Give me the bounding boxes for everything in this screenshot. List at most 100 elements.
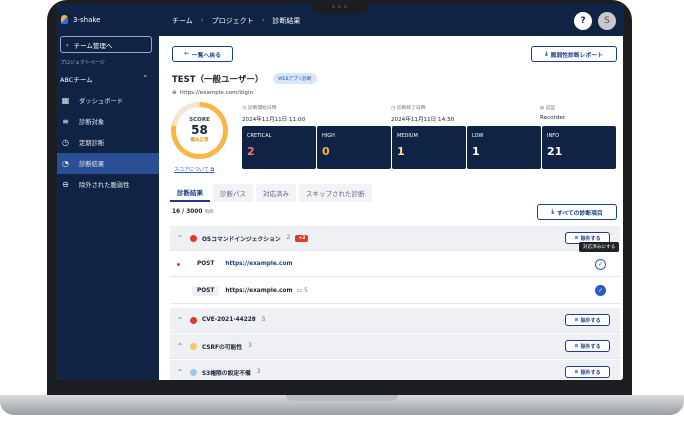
- score-inner: SCORE 58 概ね正常: [176, 107, 223, 154]
- report-button-label: 脆弱性診断レポート: [550, 52, 603, 59]
- tab-results[interactable]: 診断結果: [170, 184, 210, 202]
- score-gauge: SCORE 58 概ね正常: [171, 102, 228, 159]
- exclude-button[interactable]: ⊘ 除外する: [565, 340, 610, 352]
- app-screen: 3-shake ‹ チーム管理へ プロジェクトページ ABCチーム ⌃ ▦ ダッシュボ…: [57, 4, 623, 380]
- severity-dot-icon: [190, 342, 197, 350]
- tab-skipped[interactable]: スキップされた診断: [299, 184, 372, 202]
- target-list-icon: ≡: [62, 117, 69, 126]
- vuln-entry-row[interactable]: POST https://example.com ▭ 5 ✓: [170, 278, 620, 304]
- chevron-up-icon[interactable]: ^: [173, 317, 187, 324]
- sidebar-item-targets[interactable]: ≡ 診断対象: [57, 111, 159, 132]
- main-content: ← 一覧へ戻る ⤓ 脆弱性診断レポート TEST（一般ユーザー） WEBアプリ診断 …: [159, 36, 623, 380]
- sidebar-item-label: 診断対象: [79, 119, 105, 126]
- result-count-unit: 項目: [204, 210, 214, 215]
- score-info-link[interactable]: スコアについて ⧉: [174, 166, 214, 173]
- sidebar-item-dashboard[interactable]: ▦ ダッシュボード: [57, 90, 159, 111]
- sidebar-item-label: 定期診断: [79, 140, 105, 147]
- page-title: TEST（一般ユーザー）: [172, 75, 264, 85]
- sidebar-item-results[interactable]: ◔ 診断結果: [57, 153, 159, 174]
- breadcrumb-project[interactable]: プロジェクト: [212, 16, 254, 26]
- breadcrumb-separator-icon: ›: [261, 16, 265, 24]
- vuln-group-row[interactable]: ^ S3権限の設定不備 3 ⊘ 除外する: [170, 360, 620, 380]
- entry-url[interactable]: https://example.com: [225, 261, 292, 267]
- sidebar-item-scheduled[interactable]: ◷ 定期診断: [57, 132, 159, 153]
- target-url: ⊕ https://example.com/login: [172, 90, 253, 96]
- back-to-team-button[interactable]: ‹ チーム管理へ: [60, 36, 152, 53]
- exclude-button[interactable]: ⊘ 除外する: [565, 314, 610, 326]
- severity-count: 1: [397, 145, 405, 158]
- auth-key-text: 認証: [545, 106, 556, 111]
- laptop-mockup: 3-shake ‹ チーム管理へ プロジェクトページ ABCチーム ⌃ ▦ ダッシュボ…: [0, 0, 684, 422]
- app-logo: 3-shake: [61, 15, 100, 24]
- score-info-link-text: スコアについて: [174, 167, 209, 173]
- avatar[interactable]: S: [598, 12, 616, 30]
- severity-critical: CRETICAL 2: [242, 126, 316, 169]
- all-items-button[interactable]: ⤓ すべての診断項目: [537, 204, 617, 220]
- sidebar-item-excluded[interactable]: ⊖ 除外された脆弱性: [57, 174, 159, 195]
- breadcrumb: チーム › プロジェクト › 診断結果: [172, 16, 300, 26]
- scan-end-key: ◷ 診断終了日時: [391, 106, 426, 111]
- download-icon: ⤓: [551, 208, 554, 215]
- chevron-up-icon[interactable]: ^: [173, 369, 187, 376]
- chevron-up-icon[interactable]: ^: [173, 343, 187, 350]
- vuln-entry-row[interactable]: POST https://example.com ✓: [170, 252, 620, 277]
- result-count: 16 / 3000 項目: [172, 209, 213, 215]
- pie-chart-icon: ◔: [62, 159, 69, 168]
- dashboard-icon: ▦: [61, 96, 70, 105]
- help-button[interactable]: ?: [574, 12, 592, 30]
- entry-url[interactable]: https://example.com: [225, 288, 292, 294]
- vuln-group-count: 2: [286, 235, 291, 241]
- scan-start-key-text: 診断開始日時: [247, 106, 277, 111]
- comment-count: 5: [303, 287, 308, 294]
- resolve-check-button[interactable]: ✓: [595, 258, 606, 270]
- sidebar-item-label: 診断結果: [79, 161, 105, 168]
- severity-dot-icon: [190, 368, 197, 376]
- severity-dot-icon: [190, 234, 197, 242]
- severity-name: CRETICAL: [247, 133, 272, 139]
- vuln-group-name: S3権限の設定不備: [202, 370, 251, 377]
- eye-off-icon: ⊘: [574, 343, 579, 349]
- result-tabs: 診断結果 診断パス 対応済み スキップされた診断: [170, 184, 375, 202]
- team-name: ABCチーム: [60, 76, 93, 84]
- team-selector[interactable]: ABCチーム ⌃: [60, 74, 150, 84]
- vulnerability-report-button[interactable]: ⤓ 脆弱性診断レポート: [531, 46, 617, 62]
- severity-name: HIGH: [322, 133, 335, 139]
- project-page-label: プロジェクトページ: [60, 60, 105, 66]
- clock-icon: ◷: [62, 138, 69, 147]
- app-name: 3-shake: [73, 15, 101, 24]
- severity-name: LOW: [472, 133, 484, 139]
- vuln-group-count: 5: [261, 317, 266, 323]
- breadcrumb-team[interactable]: チーム: [172, 16, 193, 26]
- score-value: 58: [191, 123, 208, 137]
- severity-name: INFO: [547, 133, 560, 139]
- breadcrumb-current: 診断結果: [272, 17, 301, 25]
- vuln-group-count: 3: [256, 369, 261, 375]
- auth-meta: ◍ 認証 Recorder: [540, 104, 565, 121]
- chevron-up-icon[interactable]: ^: [173, 235, 187, 242]
- exclude-label: 除外する: [580, 343, 601, 350]
- scan-start-meta: ◷ 診断開始日時 2024年11月11日 11:00: [242, 104, 305, 123]
- exclude-button[interactable]: ⊘ 除外する: [565, 366, 610, 378]
- severity-count: 2: [247, 145, 255, 158]
- vuln-group-row[interactable]: ^ CSRFの可能性 3 ⊘ 除外する: [170, 334, 620, 359]
- sidebar-nav: ▦ ダッシュボード ≡ 診断対象 ◷ 定期診断 ◔ 診断結果 ⊖ 除外された脆弱性: [57, 90, 159, 195]
- tab-paths[interactable]: 診断パス: [213, 184, 253, 202]
- unread-dot-icon: [177, 262, 180, 266]
- resolve-check-button[interactable]: ✓: [595, 285, 606, 296]
- http-method: POST: [197, 261, 215, 267]
- score-status: 概ね正常: [190, 138, 209, 143]
- vuln-group-row[interactable]: ^ CVE-2021-44228 5 ⊘ 除外する: [170, 308, 620, 333]
- new-count-badge: +2: [295, 234, 309, 242]
- severity-count: 0: [322, 145, 330, 158]
- external-link-icon: ⧉: [210, 167, 215, 173]
- exclude-label: 除外する: [580, 369, 601, 376]
- auth-key: ◍ 認証: [540, 106, 556, 111]
- laptop-base-notch: [286, 395, 398, 401]
- tab-resolved[interactable]: 対応済み: [256, 184, 296, 202]
- top-bar: チーム › プロジェクト › 診断結果 ? S: [159, 4, 623, 36]
- back-to-list-button[interactable]: ← 一覧へ戻る: [172, 46, 233, 62]
- sidebar: 3-shake ‹ チーム管理へ プロジェクトページ ABCチーム ⌃ ▦ ダッシュボ…: [57, 4, 159, 380]
- severity-medium: MEDIUM 1: [392, 126, 466, 169]
- vuln-group-row[interactable]: ^ OSコマンドインジェクション 2 +2 ⊘ 除外する: [170, 226, 620, 251]
- all-items-label: すべての診断項目: [556, 210, 603, 217]
